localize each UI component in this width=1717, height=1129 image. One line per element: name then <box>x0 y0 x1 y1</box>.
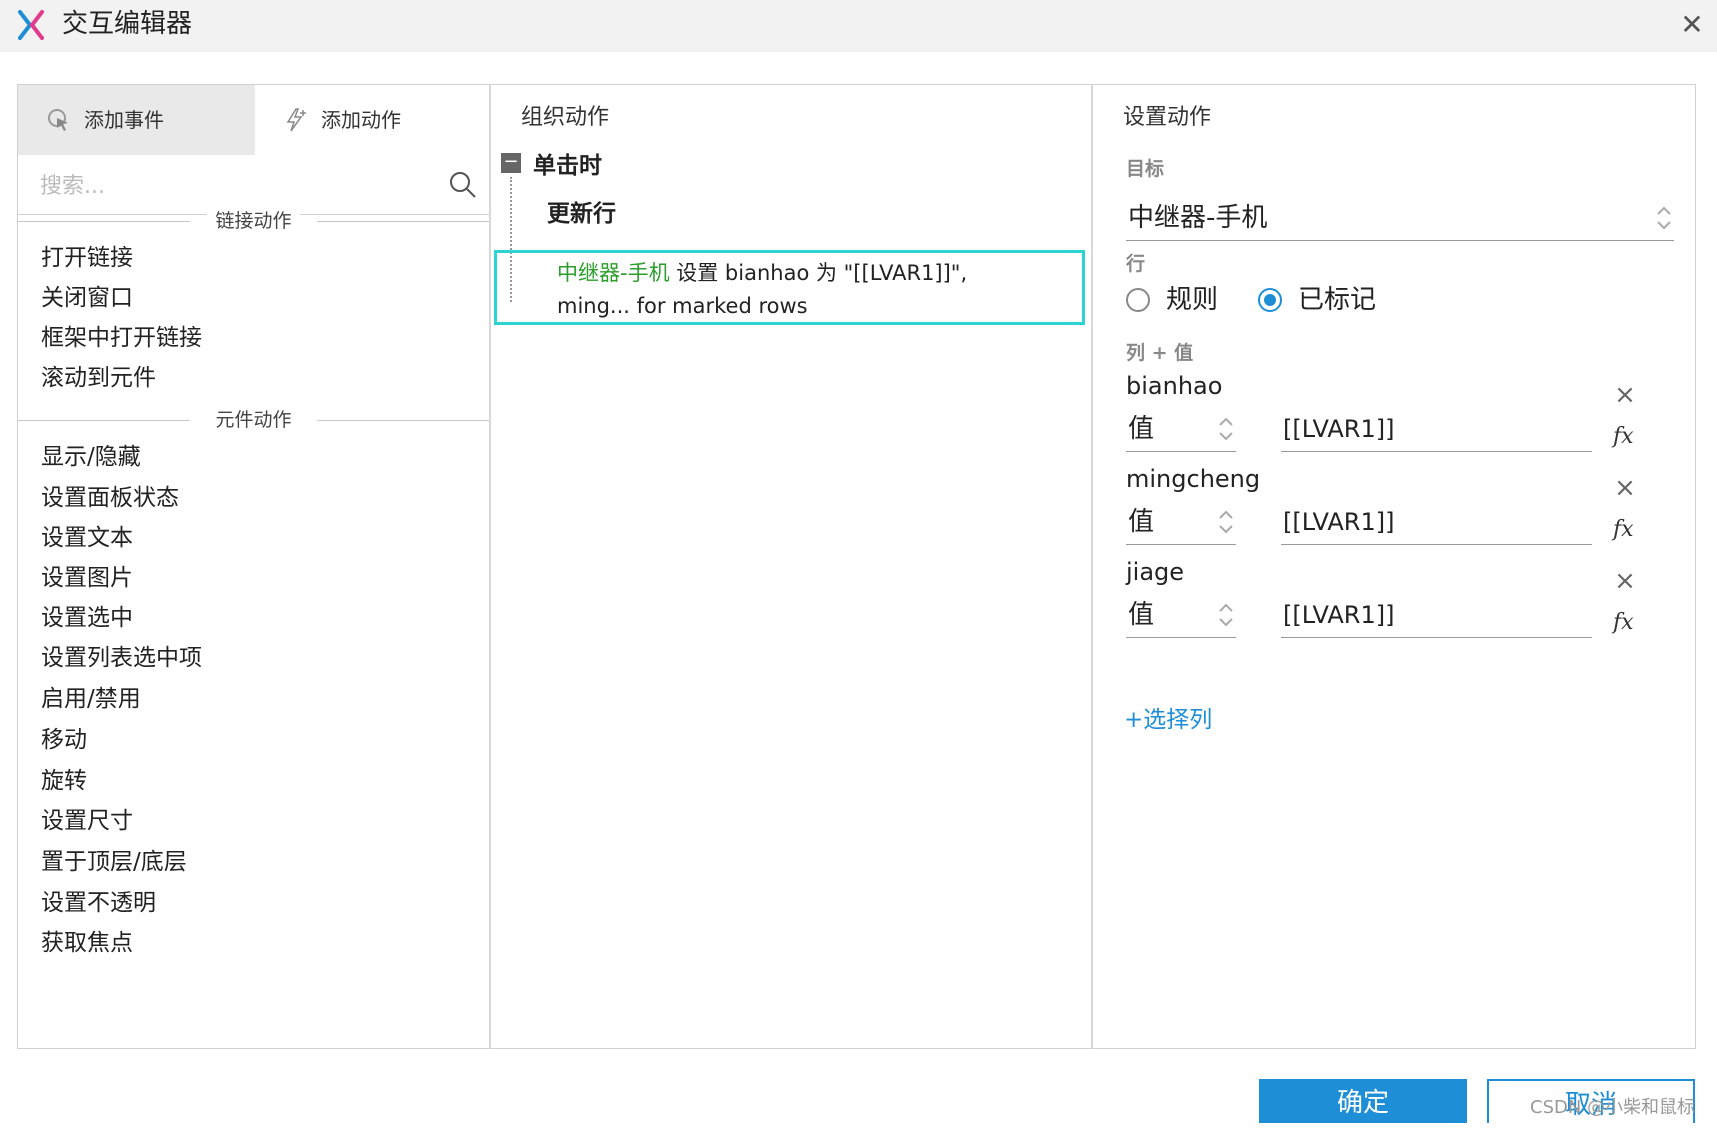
value-input[interactable]: [[LVAR1]] <box>1281 408 1592 452</box>
remove-column-icon[interactable]: × <box>1613 382 1637 408</box>
column-name: bianhao <box>1126 372 1223 400</box>
collapse-toggle-icon[interactable]: − <box>501 153 521 173</box>
watermark: CSDN @小柴和鼠标 <box>1530 1097 1696 1118</box>
value-type-text: 值 <box>1128 507 1155 537</box>
columns-label: 列 + 值 <box>1126 342 1194 364</box>
fx-icon[interactable]: fx <box>1613 517 1634 542</box>
value-input[interactable]: [[LVAR1]] <box>1281 594 1592 638</box>
value-input-text: [[LVAR1]] <box>1283 601 1395 629</box>
action-item-set-panel-state[interactable]: 设置面板状态 <box>41 482 179 514</box>
value-type-select[interactable]: 值 <box>1126 501 1236 545</box>
radio-circle <box>1126 288 1150 312</box>
action-item-set-selected[interactable]: 设置选中 <box>41 602 133 634</box>
value-input[interactable]: [[LVAR1]] <box>1281 501 1592 545</box>
value-input-text: [[LVAR1]] <box>1283 508 1395 536</box>
action-item-open-link[interactable]: 打开链接 <box>41 242 133 274</box>
add-column-link[interactable]: +选择列 <box>1124 700 1212 734</box>
value-input-text: [[LVAR1]] <box>1283 415 1395 443</box>
action-item-scroll-to-widget[interactable]: 滚动到元件 <box>41 362 156 394</box>
close-icon[interactable]: ✕ <box>1677 10 1707 40</box>
action-item-set-text[interactable]: 设置文本 <box>41 522 133 554</box>
action-target: 中继器-手机 <box>557 261 670 285</box>
action-item-enable-disable[interactable]: 启用/禁用 <box>41 683 141 715</box>
radio-rule-label: 规则 <box>1166 285 1219 315</box>
action-node-line1: 中继器-手机 设置 bianhao 为 "[[LVAR1]]", <box>557 258 967 288</box>
action-item-set-image[interactable]: 设置图片 <box>41 562 133 594</box>
radio-marked-label: 已标记 <box>1298 285 1377 315</box>
value-type-select[interactable]: 值 <box>1126 594 1236 638</box>
target-label: 目标 <box>1126 158 1165 180</box>
spinner-arrows-icon <box>1219 510 1233 534</box>
section-title: 元件动作 <box>207 409 300 431</box>
configure-action-pane: 设置动作 目标 中继器-手机 行 规则 已标记 列 + 值 bianhao × … <box>1093 84 1696 1049</box>
action-item-set-list-selected[interactable]: 设置列表选中项 <box>41 642 202 674</box>
case-node-update-row[interactable]: 更新行 <box>547 194 616 228</box>
action-item-set-opacity[interactable]: 设置不透明 <box>41 887 156 919</box>
title-bar: 交互编辑器 ✕ <box>0 0 1717 52</box>
organize-actions-title: 组织动作 <box>521 105 610 130</box>
action-item-show-hide[interactable]: 显示/隐藏 <box>41 441 141 473</box>
remove-column-icon[interactable]: × <box>1613 568 1637 594</box>
target-select[interactable]: 中继器-手机 <box>1126 197 1674 241</box>
radio-rule[interactable]: 规则 <box>1126 282 1236 322</box>
dialog-title: 交互编辑器 <box>62 9 193 39</box>
action-item-close-window[interactable]: 关闭窗口 <box>41 282 133 314</box>
tab-add-action-label: 添加动作 <box>321 108 401 132</box>
configure-action-title: 设置动作 <box>1123 105 1212 130</box>
ok-button[interactable]: 确定 <box>1259 1079 1467 1123</box>
tab-add-event[interactable]: 添加事件 <box>18 85 255 155</box>
section-header-widget-actions: 元件动作 <box>18 407 489 433</box>
tab-add-action[interactable]: 添加动作 <box>255 85 489 155</box>
tab-add-event-label: 添加事件 <box>84 108 164 132</box>
target-select-value: 中继器-手机 <box>1128 203 1268 233</box>
action-description: 设置 bianhao 为 "[[LVAR1]]", <box>669 261 968 285</box>
event-node-click[interactable]: 单击时 <box>533 146 602 180</box>
search-icon[interactable] <box>448 170 478 200</box>
action-item-focus[interactable]: 获取焦点 <box>41 927 133 959</box>
fx-icon[interactable]: fx <box>1613 424 1634 449</box>
organize-actions-pane: 组织动作 − 单击时 更新行 中继器-手机 设置 bianhao 为 "[[LV… <box>491 84 1093 1049</box>
value-type-text: 值 <box>1128 600 1155 630</box>
fx-icon[interactable]: fx <box>1613 610 1634 635</box>
action-node-line2: ming... for marked rows <box>557 294 808 318</box>
row-label: 行 <box>1126 253 1146 275</box>
action-item-open-link-in-frame[interactable]: 框架中打开链接 <box>41 322 202 354</box>
lightning-plus-icon <box>286 108 306 132</box>
column-name: jiage <box>1126 558 1185 586</box>
remove-column-icon[interactable]: × <box>1613 475 1637 501</box>
column-name: mingcheng <box>1126 465 1261 493</box>
action-item-bring-front-back[interactable]: 置于顶层/底层 <box>41 846 187 878</box>
section-header-link-actions: 链接动作 <box>18 208 489 234</box>
search-box <box>18 155 489 215</box>
action-item-move[interactable]: 移动 <box>41 724 87 756</box>
action-node-selected[interactable]: 中继器-手机 设置 bianhao 为 "[[LVAR1]]", ming...… <box>494 250 1085 325</box>
value-type-select[interactable]: 值 <box>1126 408 1236 452</box>
value-type-text: 值 <box>1128 414 1155 444</box>
spinner-arrows-icon <box>1657 206 1671 230</box>
action-item-set-size[interactable]: 设置尺寸 <box>41 805 133 837</box>
cursor-click-icon <box>48 109 68 131</box>
radio-circle-selected <box>1258 288 1282 312</box>
app-logo-icon <box>18 10 44 40</box>
action-item-rotate[interactable]: 旋转 <box>41 765 87 797</box>
section-title: 链接动作 <box>207 210 300 232</box>
search-input[interactable] <box>38 163 442 209</box>
radio-marked[interactable]: 已标记 <box>1258 282 1398 322</box>
spinner-arrows-icon <box>1219 417 1233 441</box>
spinner-arrows-icon <box>1219 603 1233 627</box>
action-library-pane: 添加事件 添加动作 链接动作 打开链接 关闭窗口 框架中打开链接 滚动到元件 元… <box>17 84 491 1049</box>
